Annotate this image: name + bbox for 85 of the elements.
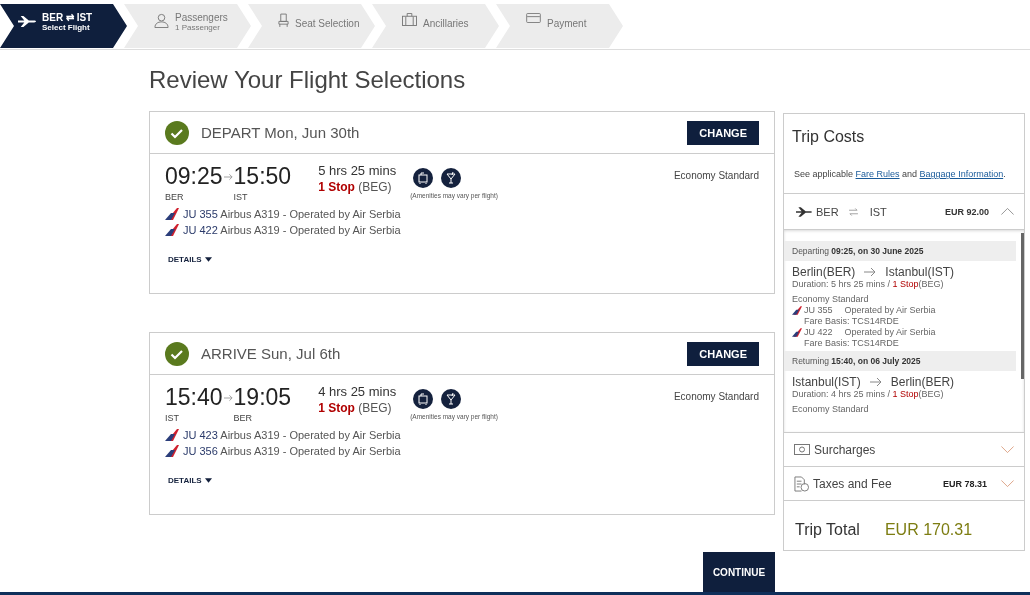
airport-code: BER [816, 205, 839, 218]
details-toggle[interactable]: DETAILS [165, 476, 212, 485]
fare-basis: Fare Basis: TCS14RDE [803, 316, 900, 327]
arrow-icon [869, 377, 882, 387]
cabin-class: Economy Standard [792, 294, 870, 305]
step-tab[interactable]: Passengers 1 Passenger [124, 4, 251, 48]
plane-icon [18, 16, 36, 27]
document-fee-icon [794, 475, 809, 492]
leg-origin: Berlin(BER) [792, 265, 856, 279]
flight-duration: 5 hrs 25 mins [318, 163, 397, 178]
fare-basis: Fare Basis: TCS14RDE [803, 338, 900, 349]
banknote-icon [794, 444, 810, 455]
step-tab[interactable]: Ancillaries [372, 4, 499, 48]
food-cart-icon [413, 168, 434, 188]
airline-tail-icon [792, 328, 802, 337]
arrival-time: 19:05 [233, 384, 292, 410]
caret-icon [204, 257, 212, 262]
plane-icon [796, 206, 812, 217]
airport-code: IST [165, 413, 180, 423]
taxes-row[interactable]: Taxes and Fee EUR 78.31 [784, 466, 1024, 500]
segment-flight: JU 355 [804, 305, 833, 316]
trip-total-label: Trip Total [795, 520, 860, 539]
segment-flight: JU 422 [804, 327, 833, 338]
drink-icon [441, 168, 462, 188]
airport-code: IST [233, 192, 249, 202]
details-toggle[interactable]: DETAILS [165, 255, 212, 264]
leg-destination: Istanbul(IST) [885, 265, 955, 279]
card-icon [526, 13, 541, 23]
change-button[interactable]: CHANGE [687, 341, 759, 366]
luggage-icon [402, 13, 417, 26]
segment-operator: Operated by Air Serbia [844, 327, 936, 338]
arrow-icon [223, 394, 233, 402]
drink-icon [441, 389, 462, 409]
flight-duration: 4 hrs 25 mins [318, 384, 397, 399]
arrow-icon [864, 267, 877, 277]
segment-info: JU 422 Airbus A319 - Operated by Air Serbia [183, 224, 401, 236]
surcharges-row[interactable]: Surcharges [784, 432, 1024, 466]
leg-duration: Duration: 5 hrs 25 mins / 1 Stop(BEG) [792, 279, 945, 290]
flight-heading: DEPART Mon, Jun 30th [201, 124, 361, 141]
step-tab[interactable]: Payment [496, 4, 623, 48]
cabin-class: Economy Standard [673, 391, 759, 404]
airport-code: IST [869, 205, 887, 218]
route-row[interactable]: BER IST EUR 92.00 [784, 193, 1024, 230]
cabin-class: Economy Standard [673, 170, 759, 183]
departure-time: 15:40 [165, 384, 223, 410]
airport-code: BER [165, 192, 185, 202]
fare-note: See applicable Fare Rules and Baggage Information. [794, 168, 1007, 181]
leg-origin: Istanbul(IST) [792, 375, 861, 389]
food-cart-icon [413, 389, 434, 409]
airline-tail-icon [165, 208, 179, 220]
flight-heading: ARRIVE Sun, Jul 6th [201, 345, 342, 362]
swap-icon [848, 207, 858, 216]
change-button[interactable]: CHANGE [687, 120, 759, 145]
taxes-amount: EUR 78.31 [942, 478, 987, 489]
stops-info: 1 Stop (BEG) [318, 401, 393, 415]
continue-button[interactable]: CONTINUE [703, 552, 775, 592]
segment-info: JU 355 Airbus A319 - Operated by Air Serbia [183, 208, 401, 220]
trip-total-amount: EUR 170.31 [884, 520, 973, 539]
scrollbar[interactable] [1021, 233, 1024, 379]
stops-info: 1 Stop (BEG) [318, 180, 393, 194]
airline-tail-icon [792, 306, 802, 315]
step-tab[interactable]: BER ⇄ IST Select Flight [0, 4, 127, 48]
cabin-class: Economy Standard [792, 404, 870, 415]
airline-tail-icon [165, 445, 179, 457]
segment-operator: Operated by Air Serbia [844, 305, 936, 316]
leg-header: Returning 15:40, on 06 July 2025 [784, 351, 1016, 371]
segment-info: JU 423 Airbus A319 - Operated by Air Serbia [183, 429, 401, 441]
caret-icon [204, 478, 212, 483]
route-price: EUR 92.00 [944, 206, 989, 217]
leg-duration: Duration: 4 hrs 25 mins / 1 Stop(BEG) [792, 389, 945, 400]
seat-icon [278, 13, 289, 28]
leg-destination: Berlin(BER) [890, 375, 955, 389]
step-tab[interactable]: Seat Selection [248, 4, 375, 48]
departure-time: 09:25 [165, 163, 223, 189]
segment-info: JU 356 Airbus A319 - Operated by Air Serbia [183, 445, 401, 457]
arrival-time: 15:50 [233, 163, 292, 189]
arrow-icon [223, 173, 233, 181]
person-icon [154, 13, 169, 28]
airline-tail-icon [165, 224, 179, 236]
airline-tail-icon [165, 429, 179, 441]
airport-code: BER [233, 413, 254, 423]
fare-rules-link[interactable]: Fare Rules [855, 169, 900, 179]
page-title: Review Your Flight Selections [149, 66, 467, 94]
panel-title: Trip Costs [791, 127, 866, 146]
leg-header: Departing 09:25, on 30 June 2025 [784, 241, 1016, 261]
